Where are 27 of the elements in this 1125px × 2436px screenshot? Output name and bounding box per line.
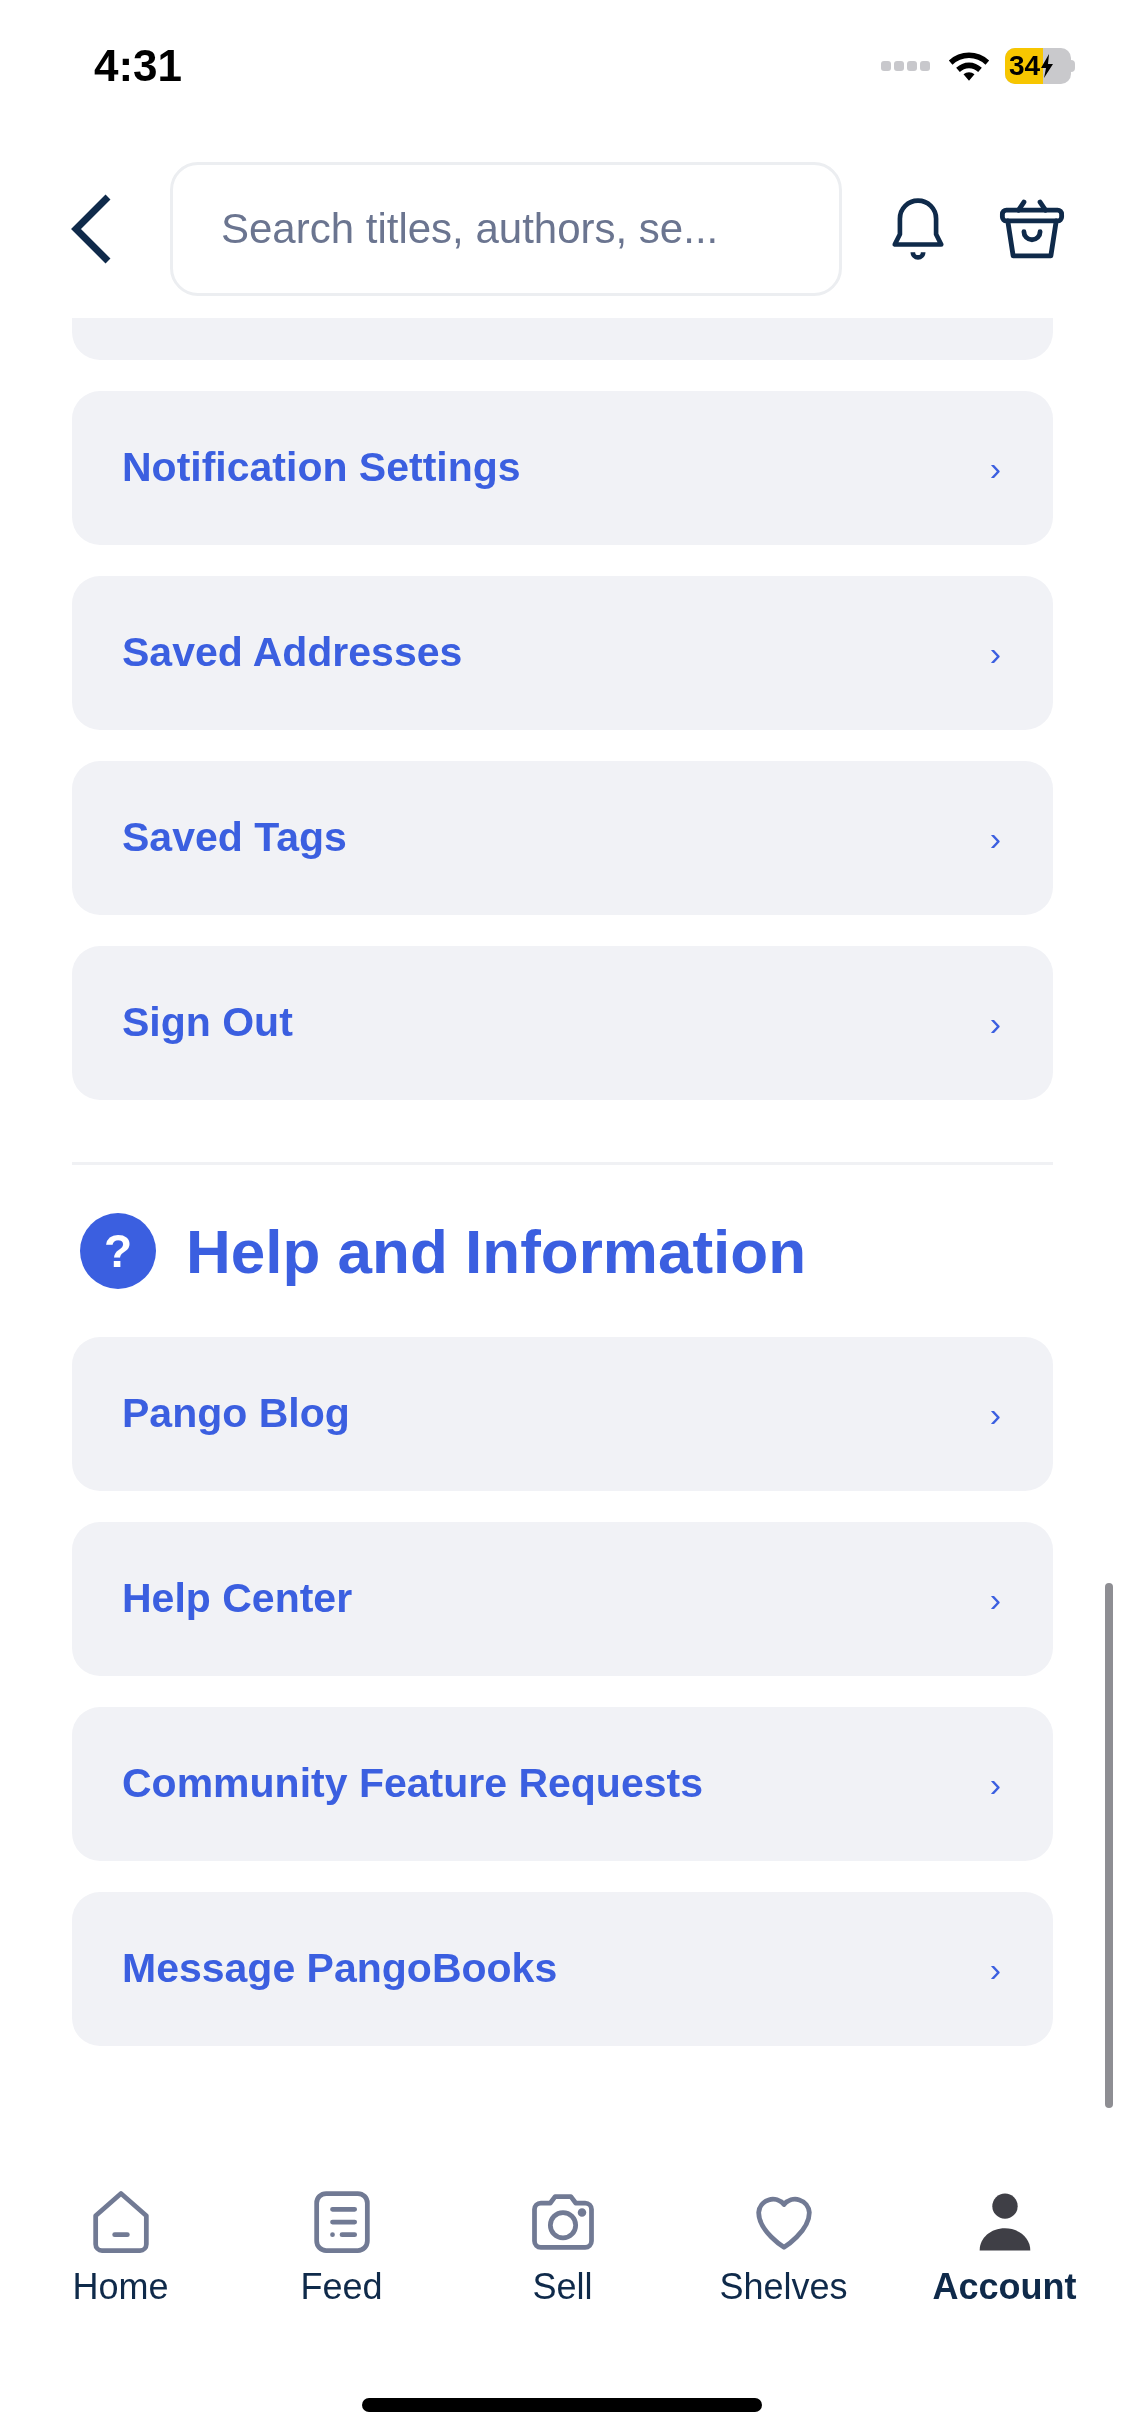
wifi-icon	[947, 49, 991, 83]
tab-bar-item[interactable]: Account	[904, 2164, 1105, 2354]
search-field[interactable]: Search titles, authors, se...	[170, 162, 842, 296]
chevron-icon: ›	[989, 442, 1001, 494]
menu-item[interactable]: Sign Out ›	[72, 946, 1053, 1100]
tab-bar-item[interactable]: Shelves	[683, 2164, 884, 2354]
menu-item[interactable]: Community Feature Requests ›	[72, 1707, 1053, 1861]
chevron-icon: ›	[989, 1573, 1001, 1625]
chevron-icon: ›	[989, 1388, 1001, 1440]
chevron-icon: ›	[989, 627, 1001, 679]
status-time: 4:31	[94, 40, 183, 92]
tab-bar-item[interactable]: Sell	[462, 2164, 663, 2354]
menu-item[interactable]: Message PangoBooks ›	[72, 1892, 1053, 2046]
chevron-icon: ›	[989, 1758, 1001, 1810]
menu-item[interactable]: Notification Settings ›	[72, 391, 1053, 545]
help-icon: ?	[80, 1213, 156, 1289]
menu-item[interactable]: Help Center ›	[72, 1522, 1053, 1676]
menu-item[interactable]: Saved Tags ›	[72, 761, 1053, 915]
menu-item[interactable]: Pango Blog ›	[72, 1337, 1053, 1491]
tab-bar-item[interactable]: Home	[20, 2164, 221, 2354]
chevron-icon: ›	[989, 812, 1001, 864]
section-heading: Help and Information	[186, 1215, 806, 1288]
chevron-icon: ›	[989, 997, 1001, 1049]
signal-icon	[881, 59, 933, 73]
menu-item[interactable]: Saved Addresses ›	[72, 576, 1053, 730]
chevron-icon: ›	[989, 1943, 1001, 1995]
tab-bar-item[interactable]: Feed	[241, 2164, 442, 2354]
